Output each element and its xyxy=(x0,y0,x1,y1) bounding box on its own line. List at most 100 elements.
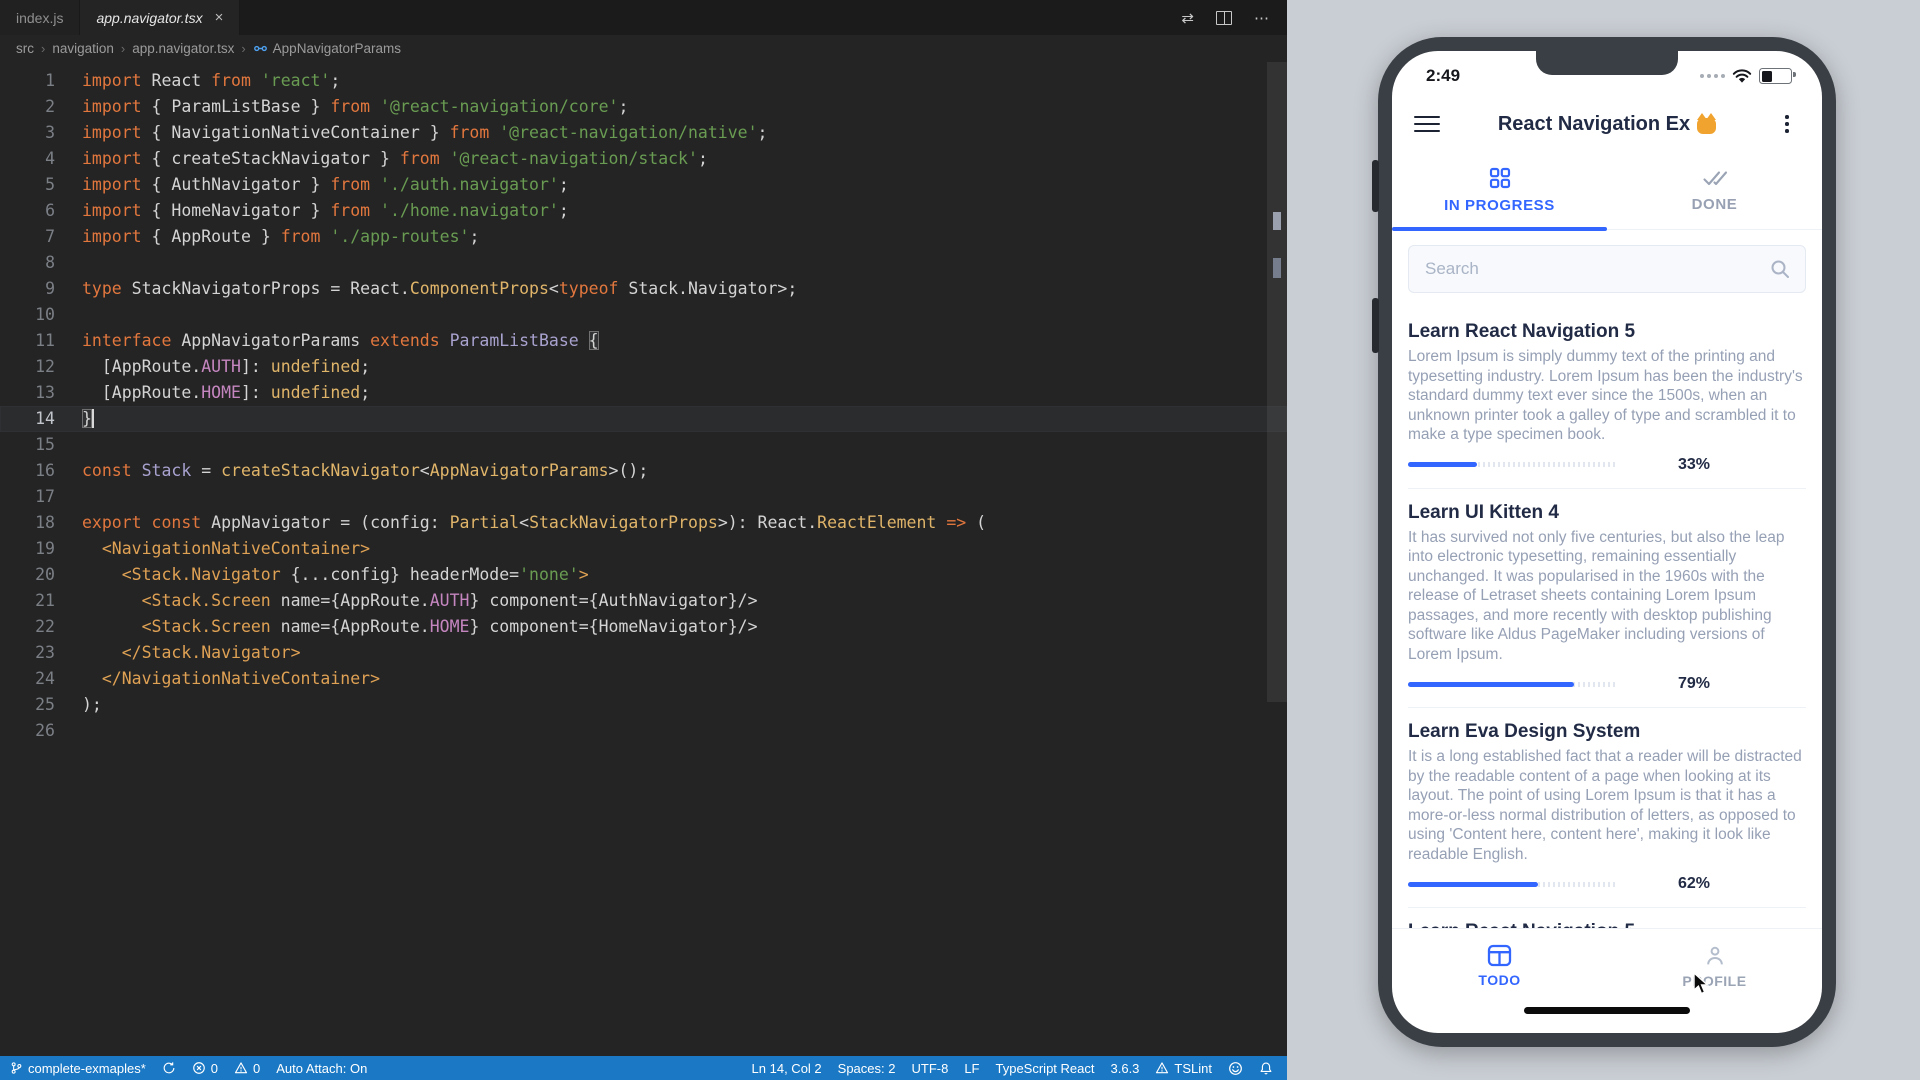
status-item-right-6[interactable]: TSLint xyxy=(1155,1061,1212,1076)
breadcrumb-text: app.navigator.tsx xyxy=(132,41,234,56)
code-line-4[interactable]: 4import { createStackNavigator } from '@… xyxy=(0,146,1287,172)
status-item-left-1[interactable] xyxy=(162,1061,176,1075)
code-line-25[interactable]: 25); xyxy=(0,692,1287,718)
code-line-14[interactable]: 14} xyxy=(0,406,1287,432)
feedback-smiley-icon xyxy=(1228,1061,1243,1076)
status-item-left-3[interactable]: 0 xyxy=(234,1061,260,1076)
code-line-15[interactable]: 15 xyxy=(0,432,1287,458)
status-item-text: Auto Attach: On xyxy=(276,1061,367,1076)
code-line-2[interactable]: 2import { ParamListBase } from '@react-n… xyxy=(0,94,1287,120)
status-item-left-4[interactable]: Auto Attach: On xyxy=(276,1061,367,1076)
bottom-nav-todo[interactable]: TODO xyxy=(1392,929,1607,1003)
battery-icon xyxy=(1759,68,1792,84)
breadcrumb-item[interactable]: AppNavigatorParams xyxy=(253,41,401,56)
code-line-3[interactable]: 3import { NavigationNativeContainer } fr… xyxy=(0,120,1287,146)
task-list-item[interactable]: Learn React Navigation 5Lorem Ipsum is s… xyxy=(1408,908,1806,928)
line-number: 18 xyxy=(0,510,55,536)
code-line-text: [AppRoute.AUTH]: undefined; xyxy=(55,354,370,380)
editor-tab-label: app.navigator.tsx xyxy=(96,10,202,26)
done-all-icon xyxy=(1702,167,1728,189)
status-item-right-1[interactable]: Spaces: 2 xyxy=(838,1061,896,1076)
scrollbar-thumb[interactable] xyxy=(1267,62,1287,702)
bottom-nav-profile[interactable]: PROFILE xyxy=(1607,929,1822,1003)
task-list-item[interactable]: Learn Eva Design SystemIt is a long esta… xyxy=(1408,708,1806,908)
status-time: 2:49 xyxy=(1426,66,1460,86)
person-icon xyxy=(1703,944,1727,968)
editor-tab-bar: index.js app.navigator.tsx × ⇄ ⋯ xyxy=(0,0,1287,35)
task-title: Learn React Navigation 5 xyxy=(1408,321,1806,343)
code-line-11[interactable]: 11interface AppNavigatorParams extends P… xyxy=(0,328,1287,354)
breadcrumb-item[interactable]: app.navigator.tsx xyxy=(132,41,234,56)
code-line-text xyxy=(55,302,82,328)
tab-in-progress[interactable]: IN PROGRESS xyxy=(1392,151,1607,229)
code-line-8[interactable]: 8 xyxy=(0,250,1287,276)
code-line-text: import { AppRoute } from './app-routes'; xyxy=(55,224,479,250)
code-line-text: interface AppNavigatorParams extends Par… xyxy=(55,328,599,354)
home-indicator-area xyxy=(1392,1003,1822,1033)
editor-scrollbar[interactable] xyxy=(1267,62,1287,1056)
code-line-5[interactable]: 5import { AuthNavigator } from './auth.n… xyxy=(0,172,1287,198)
progress-track xyxy=(1408,682,1618,687)
breadcrumb-item[interactable]: navigation xyxy=(52,41,114,56)
tab-done[interactable]: DONE xyxy=(1607,151,1822,229)
line-number: 22 xyxy=(0,614,55,640)
code-line-text: import { AuthNavigator } from './auth.na… xyxy=(55,172,569,198)
top-tab-bar: IN PROGRESSDONE xyxy=(1392,151,1822,230)
more-actions-icon[interactable]: ⋯ xyxy=(1254,9,1269,27)
code-line-24[interactable]: 24 </NavigationNativeContainer> xyxy=(0,666,1287,692)
code-line-12[interactable]: 12 [AppRoute.AUTH]: undefined; xyxy=(0,354,1287,380)
status-item-right-7[interactable] xyxy=(1228,1061,1243,1076)
line-number: 7 xyxy=(0,224,55,250)
editor-tab-index.js[interactable]: index.js xyxy=(0,0,80,35)
task-list-item[interactable]: Learn UI Kitten 4It has survived not onl… xyxy=(1408,489,1806,709)
code-line-21[interactable]: 21 <Stack.Screen name={AppRoute.AUTH} co… xyxy=(0,588,1287,614)
code-line-22[interactable]: 22 <Stack.Screen name={AppRoute.HOME} co… xyxy=(0,614,1287,640)
code-line-9[interactable]: 9type StackNavigatorProps = React.Compon… xyxy=(0,276,1287,302)
progress-percent-label: 62% xyxy=(1678,875,1710,893)
line-number: 11 xyxy=(0,328,55,354)
active-tab-indicator xyxy=(1392,227,1607,232)
overview-ruler-mark xyxy=(1273,258,1281,278)
status-item-right-8[interactable] xyxy=(1259,1061,1273,1076)
split-editor-icon[interactable] xyxy=(1216,11,1232,25)
code-line-text: } xyxy=(55,406,94,432)
code-line-26[interactable]: 26 xyxy=(0,718,1287,744)
signal-dots-icon xyxy=(1700,74,1725,78)
hamburger-menu-icon[interactable] xyxy=(1414,116,1440,133)
editor-tab-app.navigator.tsx[interactable]: app.navigator.tsx × xyxy=(80,0,240,35)
search-icon[interactable] xyxy=(1769,258,1791,280)
search-box[interactable] xyxy=(1408,245,1806,293)
status-item-right-5[interactable]: 3.6.3 xyxy=(1111,1061,1140,1076)
code-line-7[interactable]: 7import { AppRoute } from './app-routes'… xyxy=(0,224,1287,250)
code-line-6[interactable]: 6import { HomeNavigator } from './home.n… xyxy=(0,198,1287,224)
code-editor[interactable]: 1import React from 'react';2import { Par… xyxy=(0,62,1287,1056)
code-line-text: type StackNavigatorProps = React.Compone… xyxy=(55,276,797,302)
code-line-1[interactable]: 1import React from 'react'; xyxy=(0,68,1287,94)
status-item-right-4[interactable]: TypeScript React xyxy=(996,1061,1095,1076)
close-tab-icon[interactable]: × xyxy=(215,9,224,26)
search-input[interactable] xyxy=(1423,258,1761,280)
line-number: 21 xyxy=(0,588,55,614)
task-title: Learn React Navigation 5 xyxy=(1408,921,1806,928)
status-item-left-2[interactable]: 0 xyxy=(192,1061,218,1076)
code-line-16[interactable]: 16const Stack = createStackNavigator<App… xyxy=(0,458,1287,484)
vertical-dots-menu-icon[interactable] xyxy=(1774,115,1800,133)
task-list-item[interactable]: Learn React Navigation 5Lorem Ipsum is s… xyxy=(1408,308,1806,489)
code-line-13[interactable]: 13 [AppRoute.HOME]: undefined; xyxy=(0,380,1287,406)
code-line-20[interactable]: 20 <Stack.Navigator {...config} headerMo… xyxy=(0,562,1287,588)
status-item-right-0[interactable]: Ln 14, Col 2 xyxy=(752,1061,822,1076)
status-item-right-3[interactable]: LF xyxy=(964,1061,979,1076)
code-line-23[interactable]: 23 </Stack.Navigator> xyxy=(0,640,1287,666)
open-changes-icon[interactable]: ⇄ xyxy=(1181,9,1194,27)
code-line-18[interactable]: 18export const AppNavigator = (config: P… xyxy=(0,510,1287,536)
status-item-left-0[interactable]: complete-exmaples* xyxy=(10,1061,146,1076)
home-indicator[interactable] xyxy=(1524,1007,1690,1014)
code-line-19[interactable]: 19 <NavigationNativeContainer> xyxy=(0,536,1287,562)
phone-notch xyxy=(1536,51,1678,75)
code-line-10[interactable]: 10 xyxy=(0,302,1287,328)
breadcrumb-item[interactable]: src xyxy=(16,41,34,56)
progress-track xyxy=(1408,882,1618,887)
line-number: 1 xyxy=(0,68,55,94)
status-item-right-2[interactable]: UTF-8 xyxy=(911,1061,948,1076)
code-line-17[interactable]: 17 xyxy=(0,484,1287,510)
